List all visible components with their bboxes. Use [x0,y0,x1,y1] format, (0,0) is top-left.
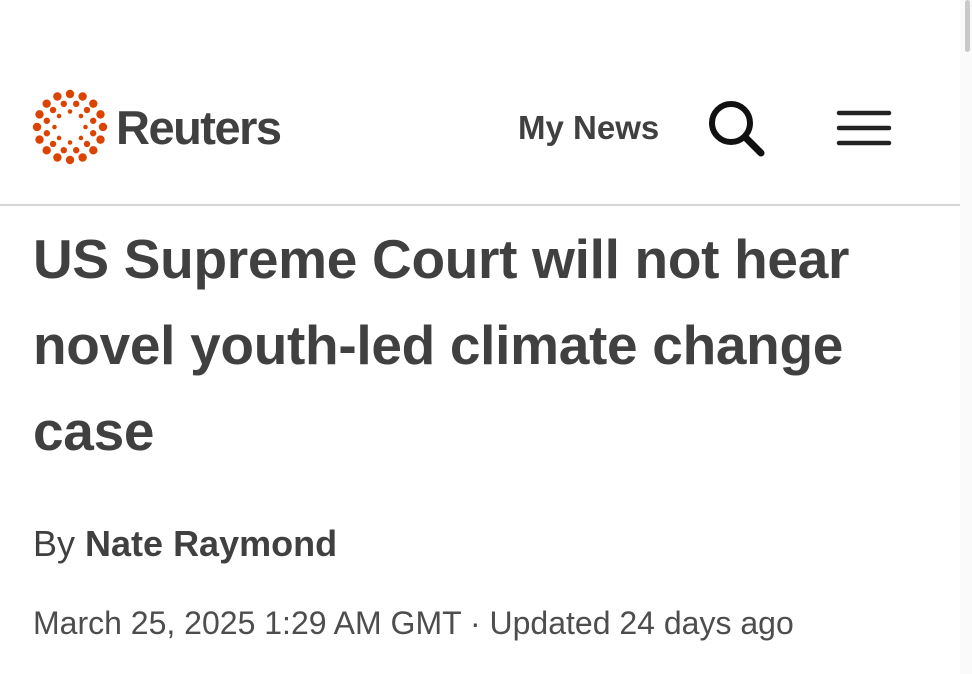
logo-dot [52,124,57,130]
logo-dot [78,135,84,141]
my-news-link[interactable]: My News [518,110,659,146]
logo-dot [56,135,62,141]
logo-dot [65,89,75,99]
logo-dot [83,106,91,114]
logo-dot [89,146,98,155]
logo-dot [83,140,91,148]
logo-dot [65,155,75,165]
published-date: March 25, 2025 1:29 AM GMT [33,605,462,641]
logo-dot [78,113,84,119]
logo-dot [60,146,67,154]
logo-dot [49,106,57,114]
logo-dot [83,124,88,130]
logo-dot [89,130,97,137]
logo-dot [32,122,42,132]
dateline-separator: · [469,605,481,641]
author-link[interactable]: Nate Raymond [85,523,337,564]
hamburger-menu-icon [836,110,892,146]
logo-dot [96,135,105,144]
logo-dot [60,100,67,108]
logo-dot [49,140,57,148]
site-header: Reuters My News [0,0,960,206]
logo-dot [98,122,108,132]
logo-dot [43,117,51,124]
logo-dot [78,92,87,101]
logo-dot [42,146,51,155]
logo-dot [73,146,80,154]
reuters-logo[interactable]: Reuters [32,89,282,165]
logo-dot [53,153,62,162]
logo-dot [67,140,73,145]
reuters-logo-icon [32,89,108,165]
logo-dot [56,113,62,119]
article-headline: US Supreme Court will not hear novel you… [33,228,850,462]
logo-dot [35,110,44,119]
article-dateline: March 25, 2025 1:29 AM GMT · Updated 24 … [33,603,794,643]
logo-dot [73,100,80,108]
logo-dot [42,99,51,108]
logo-dot [53,92,62,101]
logo-dot [67,109,73,114]
menu-button[interactable] [834,104,894,152]
search-button[interactable] [704,96,770,162]
logo-dot [89,99,98,108]
logo-dot [89,117,97,124]
scrollbar-thumb[interactable] [965,0,970,52]
byline: By Nate Raymond [33,522,337,566]
logo-dot [35,135,44,144]
logo-dot [43,130,51,137]
logo-dot [78,153,87,162]
brand-name: Reuters [116,100,282,154]
updated-time: Updated 24 days ago [489,605,794,641]
byline-prefix: By [33,523,76,564]
scrollbar-track[interactable] [960,0,972,674]
logo-dot [96,110,105,119]
search-icon [709,101,765,157]
